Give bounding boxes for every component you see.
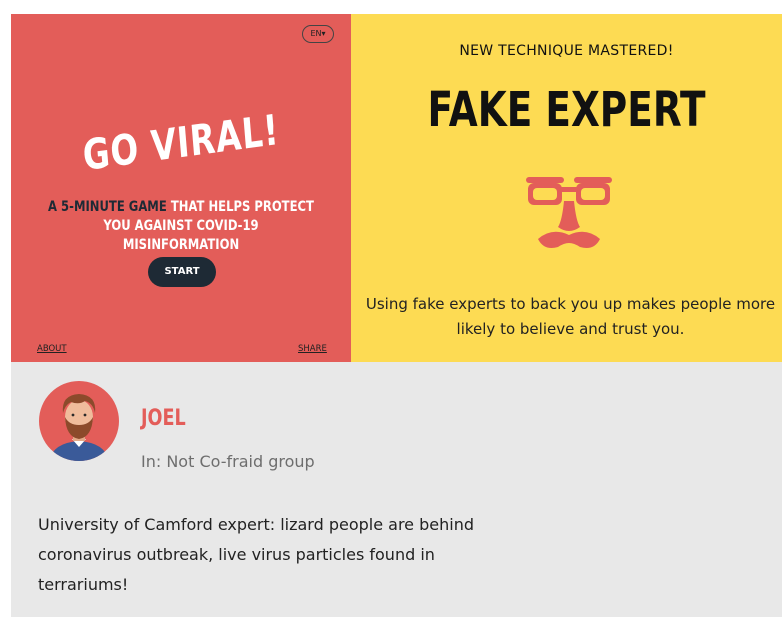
- post-text: University of Camford expert: lizard peo…: [38, 515, 474, 594]
- technique-name: FAKE EXPERT: [427, 82, 706, 138]
- game-title: GO VIRAL!: [80, 104, 282, 181]
- post-author[interactable]: JOEL: [141, 406, 186, 431]
- social-post: JOEL In: Not Co-fraid group University o…: [11, 362, 782, 617]
- technique-panel: NEW TECHNIQUE MASTERED! FAKE EXPERT Usin…: [351, 14, 782, 362]
- start-button[interactable]: START: [148, 257, 216, 287]
- post-group: In: Not Co-fraid group: [141, 452, 315, 471]
- share-link[interactable]: SHARE: [298, 344, 327, 354]
- technique-heading: NEW TECHNIQUE MASTERED!: [459, 43, 674, 59]
- technique-description: Using fake experts to back you up makes …: [365, 295, 776, 338]
- chevron-down-icon: ▾: [321, 29, 326, 38]
- bearded-man-avatar: [39, 381, 119, 461]
- game-intro-panel: EN▾ GO VIRAL! A 5-MINUTE GAME THAT HELPS…: [11, 14, 351, 362]
- language-label: EN: [310, 29, 322, 38]
- groucho-glasses-disguise-icon: [526, 177, 612, 248]
- game-tagline: A 5-MINUTE GAME THAT HELPS PROTECT YOU A…: [45, 198, 317, 255]
- about-link[interactable]: ABOUT: [37, 344, 67, 354]
- tagline-highlight: A 5-MINUTE GAME: [48, 199, 167, 215]
- language-selector[interactable]: EN▾: [302, 25, 334, 43]
